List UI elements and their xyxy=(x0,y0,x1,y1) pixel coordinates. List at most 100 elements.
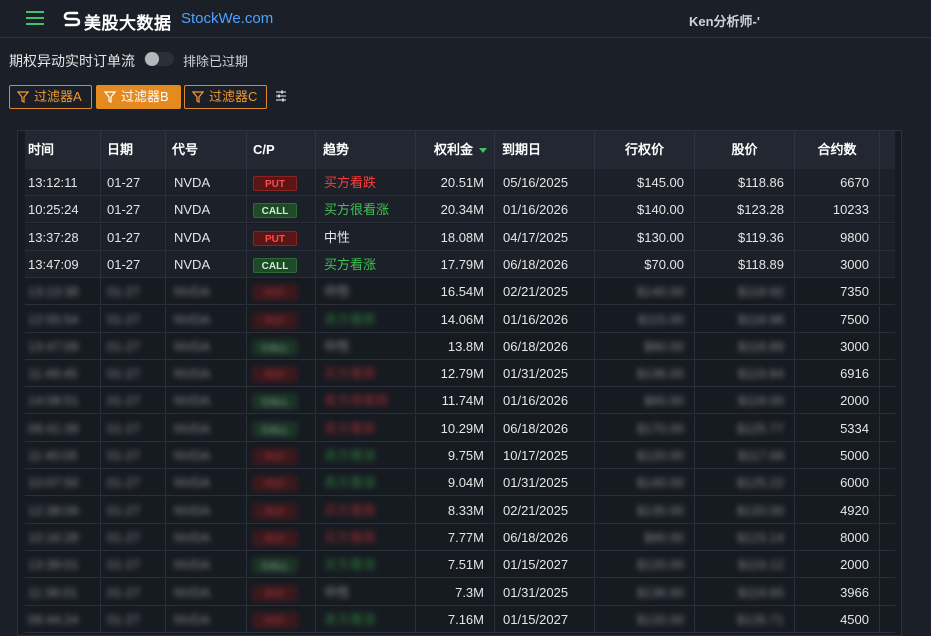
cell-price: $118.98 xyxy=(695,305,795,333)
table-row[interactable]: 13:47:09 01-27 NVDA CALL 中性 13.8M 06/18/2026 $9… xyxy=(25,332,895,360)
col-trend[interactable]: 趋势 xyxy=(316,131,416,169)
col-time[interactable]: 时间 xyxy=(25,131,101,169)
exclude-expired-label: 排除已过期 xyxy=(183,54,249,69)
col-strike[interactable]: 行权价 xyxy=(595,131,695,169)
cell-trend: 买方看跌 xyxy=(316,360,416,388)
cell-contracts-text: 9800 xyxy=(840,229,869,245)
cell-symbol: NVDA xyxy=(166,523,247,551)
put-badge: PUT xyxy=(253,585,297,601)
col-cp[interactable]: C/P xyxy=(247,131,316,169)
table-row[interactable]: 13:47:09 01-27 NVDA CALL 买方看涨 17.79M 06/18/202… xyxy=(25,250,895,278)
cell-price: $123.14 xyxy=(695,523,795,551)
sliders-icon[interactable] xyxy=(274,89,288,103)
cell-strike-text: $136.00 xyxy=(637,366,684,382)
top-bar: 美股大数据 StockWe.com Ken分析师-' xyxy=(0,0,931,38)
put-badge: PUT xyxy=(253,367,297,383)
cell-date-text: 01-27 xyxy=(107,420,141,436)
table-row[interactable]: 13:12:11 01-27 NVDA PUT 买方看跌 20.51M 05/16/2025… xyxy=(25,169,895,196)
cell-symbol-text: NVDA xyxy=(174,584,211,600)
cell-strike: $136.00 xyxy=(595,360,695,388)
cell-expiry: 05/16/2025 xyxy=(495,169,595,196)
cell-symbol: NVDA xyxy=(166,442,247,469)
cell-date-text: 01-27 xyxy=(107,229,141,245)
cell-contracts-text: 2000 xyxy=(840,393,869,409)
cell-price-text: $123.14 xyxy=(737,529,784,545)
table-row[interactable]: 11:49:45 01-27 NVDA PUT 买方看跌 12.79M 01/31/2025… xyxy=(25,360,895,388)
cell-date-text: 01-27 xyxy=(107,529,141,545)
cell-contracts: 6670 xyxy=(795,169,880,196)
filter-b-button[interactable]: 过滤器B xyxy=(96,85,181,109)
col-contracts[interactable]: 合约数 xyxy=(795,131,880,169)
cell-trend-text: 买方看跌 xyxy=(324,529,377,545)
logo-text[interactable]: 美股大数据 xyxy=(84,9,172,34)
cell-premium-text: 17.79M xyxy=(440,256,484,272)
exclude-expired-toggle[interactable] xyxy=(144,52,174,66)
cell-contracts: 2000 xyxy=(795,387,880,415)
cell-contracts-text: 6670 xyxy=(840,175,869,190)
table-row[interactable]: 13:13:38 01-27 NVDA PUT 中性 16.54M 02/21/2025 $1… xyxy=(25,278,895,306)
cell-time: 10:25:24 xyxy=(25,196,101,224)
cell-contracts: 4500 xyxy=(795,605,880,633)
put-badge: PUT xyxy=(253,612,297,628)
cell-cp: CALL xyxy=(247,332,316,360)
cell-symbol: NVDA xyxy=(166,223,247,251)
table-row[interactable]: 09:41:39 01-27 NVDA CALL 卖方看跌 10.29M 06/18/202… xyxy=(25,414,895,442)
cell-trend: 卖方看涨 xyxy=(316,442,416,469)
cell-premium: 9.75M xyxy=(416,442,495,469)
cell-symbol: NVDA xyxy=(166,551,247,579)
cell-time: 09:44:24 xyxy=(25,605,101,633)
cell-price: $119.84 xyxy=(695,360,795,388)
cell-price-text: $118.00 xyxy=(737,393,784,409)
cell-contracts: 9800 xyxy=(795,223,880,251)
table-row[interactable]: 13:37:28 01-27 NVDA PUT 中性 18.08M 04/17/2025 $1… xyxy=(25,223,895,251)
cell-symbol: NVDA xyxy=(166,496,247,524)
table-row[interactable]: 10:25:24 01-27 NVDA CALL 买方很看涨 20.34M 01/16/20… xyxy=(25,196,895,224)
cell-expiry-text: 10/17/2025 xyxy=(503,448,569,463)
cell-trend-text: 卖方很看跌 xyxy=(324,393,390,409)
cell-time-text: 13:37:28 xyxy=(28,229,79,245)
cell-contracts: 7500 xyxy=(795,305,880,333)
cell-strike: $70.00 xyxy=(595,250,695,278)
cell-contracts-text: 4500 xyxy=(840,611,869,627)
col-symbol[interactable]: 代号 xyxy=(166,131,247,169)
cell-price-text: $119.65 xyxy=(737,584,784,600)
table-row[interactable]: 10:07:50 01-27 NVDA PUT 卖方看涨 9.04M 01/31/2025 $… xyxy=(25,469,895,497)
table-row[interactable]: 11:40:05 01-27 NVDA PUT 卖方看涨 9.75M 10/17/2025 $… xyxy=(25,442,895,469)
filter-c-button[interactable]: 过滤器C xyxy=(184,85,267,109)
col-date[interactable]: 日期 xyxy=(101,131,166,169)
table-row[interactable]: 12:55:54 01-27 NVDA PUT 卖方看跌 14.06M 01/16/2026… xyxy=(25,305,895,333)
logo-domain[interactable]: StockWe.com xyxy=(181,10,273,27)
cell-date-text: 01-27 xyxy=(107,338,141,354)
cell-contracts-text: 6000 xyxy=(840,475,869,491)
cell-expiry: 06/18/2026 xyxy=(495,250,595,278)
cell-date-text: 01-27 xyxy=(107,284,141,300)
cell-contracts-text: 2000 xyxy=(840,557,869,573)
table-header: 时间 日期 代号 C/P 趋势 权利金 到期日 行权价 股价 合约数 xyxy=(25,131,895,169)
cell-strike-text: $145.00 xyxy=(637,175,684,190)
cell-symbol: NVDA xyxy=(166,196,247,224)
cell-contracts: 3000 xyxy=(795,250,880,278)
cell-time-text: 13:13:38 xyxy=(28,284,79,300)
cell-cp: PUT xyxy=(247,223,316,251)
cell-time-text: 13:12:11 xyxy=(28,175,78,190)
table-row[interactable]: 09:44:24 01-27 NVDA PUT 卖方看涨 7.16M 01/15/2027 $… xyxy=(25,605,895,633)
cell-expiry-text: 01/31/2025 xyxy=(503,584,569,600)
cell-strike: $136.00 xyxy=(595,578,695,606)
table-row[interactable]: 11:36:01 01-27 NVDA PUT 中性 7.3M 01/31/2025 $136… xyxy=(25,578,895,606)
table-row[interactable]: 14:08:51 01-27 NVDA CALL 卖方很看跌 11.74M 01/16/20… xyxy=(25,387,895,415)
col-expiry[interactable]: 到期日 xyxy=(495,131,595,169)
table-row[interactable]: 13:39:01 01-27 NVDA CALL 买方看涨 7.51M 01/15/2027… xyxy=(25,551,895,579)
col-premium-header[interactable]: 权利金 xyxy=(416,131,495,169)
cell-contracts-text: 5334 xyxy=(840,420,869,436)
cell-contracts: 5334 xyxy=(795,414,880,442)
cell-date-text: 01-27 xyxy=(107,175,141,190)
user-menu[interactable]: Ken分析师-' xyxy=(689,11,760,30)
menu-icon[interactable] xyxy=(26,11,44,25)
filter-a-button[interactable]: 过滤器A xyxy=(9,85,92,109)
put-badge: PUT xyxy=(253,449,297,465)
table-row[interactable]: 12:38:09 01-27 NVDA PUT 买方看跌 8.33M 02/21/2025 $… xyxy=(25,496,895,524)
put-badge: PUT xyxy=(253,176,297,192)
table-row[interactable]: 10:16:28 01-27 NVDA PUT 买方看跌 7.77M 06/18/2026 $… xyxy=(25,523,895,551)
cell-contracts: 2000 xyxy=(795,551,880,579)
col-price[interactable]: 股价 xyxy=(695,131,795,169)
